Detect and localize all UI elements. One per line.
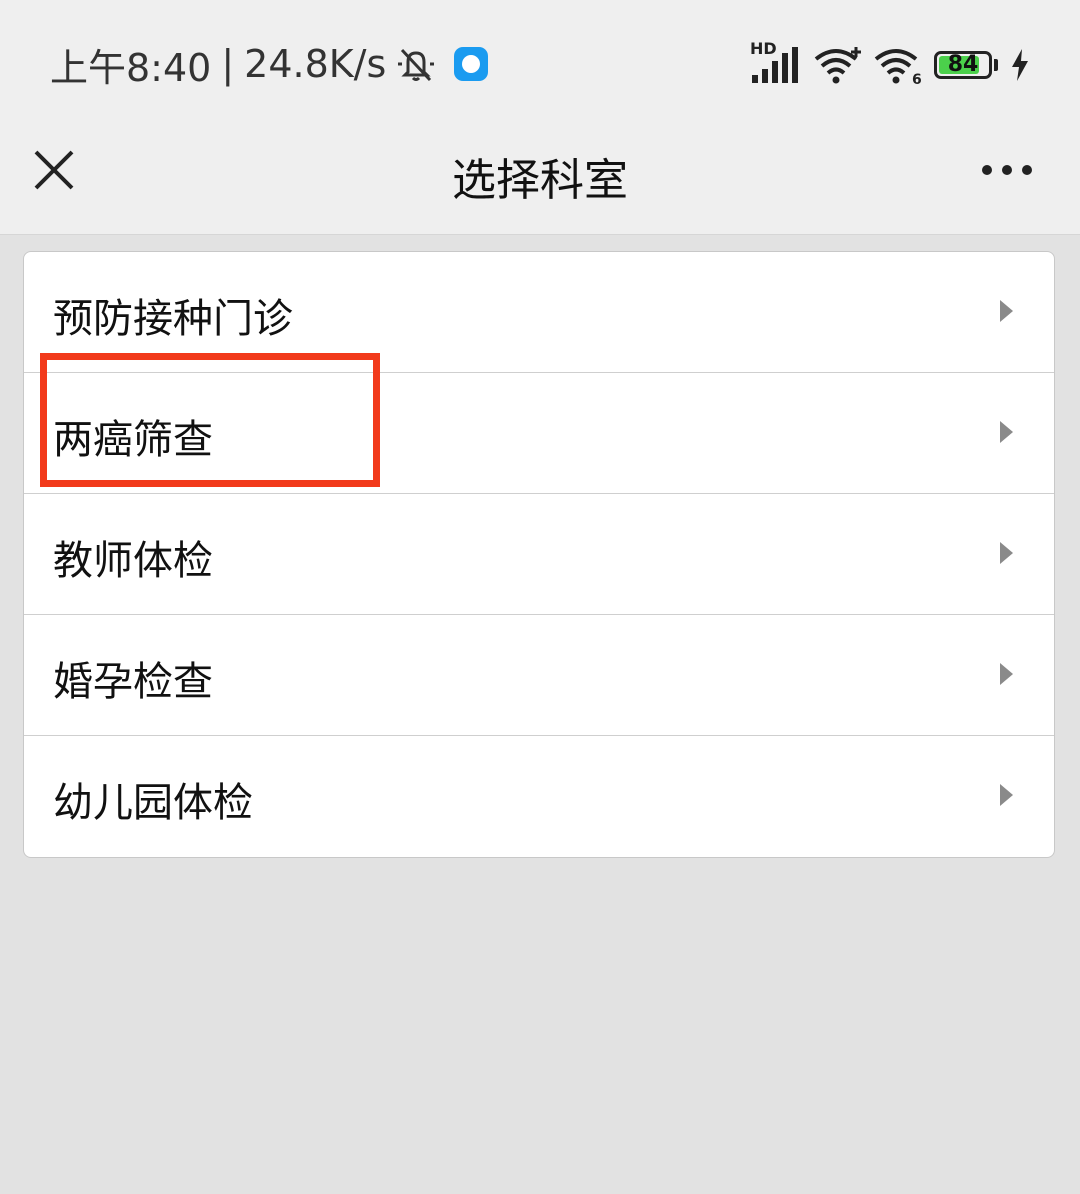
charging-icon: [1012, 49, 1028, 81]
network-speed: 24.8K/s: [244, 42, 387, 86]
more-dot: [1022, 165, 1032, 175]
status-bar: 上午8:40 | 24.8K/s HD 6 84: [0, 0, 1080, 128]
battery-tip: [994, 59, 998, 71]
signal-bars: [752, 47, 798, 83]
department-label: 教师体检: [53, 538, 213, 584]
wifi-plus-icon: [814, 47, 861, 84]
department-item-premarital-exam[interactable]: 婚孕检查: [24, 615, 1054, 736]
department-item-vaccination[interactable]: 预防接种门诊: [24, 252, 1054, 373]
page-title: 选择科室: [452, 155, 628, 206]
department-label: 婚孕检查: [53, 659, 213, 705]
status-right: HD 6 84: [750, 39, 1030, 90]
battery-body: 84: [934, 51, 992, 79]
signal-icon: HD: [750, 39, 802, 85]
chevron-right-icon: [1000, 784, 1013, 806]
app-badge-icon: [454, 47, 489, 81]
department-label: 幼儿园体检: [53, 780, 253, 826]
more-dot: [1002, 165, 1012, 175]
status-left: 上午8:40 | 24.8K/s: [50, 38, 489, 90]
status-separator: |: [221, 42, 235, 86]
more-icon[interactable]: [982, 160, 1032, 180]
battery-icon: 84: [934, 51, 998, 79]
svg-text:6: 6: [912, 72, 922, 85]
department-label: 预防接种门诊: [53, 296, 293, 342]
chevron-right-icon: [1000, 663, 1013, 685]
chevron-right-icon: [1000, 542, 1013, 564]
department-item-teacher-checkup[interactable]: 教师体检: [24, 494, 1054, 615]
battery-level: 84: [947, 52, 979, 77]
department-item-cancer-screening[interactable]: 两癌筛查: [24, 373, 1054, 494]
title-bar: 选择科室: [0, 128, 1080, 235]
department-list: 预防接种门诊 两癌筛查 教师体检 婚孕检查 幼儿园体检: [23, 251, 1055, 858]
chevron-right-icon: [1000, 300, 1013, 322]
department-item-kindergarten-checkup[interactable]: 幼儿园体检: [24, 736, 1054, 857]
status-time: 上午8:40: [50, 45, 212, 90]
more-dot: [982, 165, 992, 175]
department-label: 两癌筛查: [53, 417, 213, 463]
chevron-right-icon: [1000, 421, 1013, 443]
mute-icon: [398, 48, 435, 82]
wifi-6-icon: 6: [874, 49, 922, 85]
app-badge-dot: [462, 55, 481, 73]
